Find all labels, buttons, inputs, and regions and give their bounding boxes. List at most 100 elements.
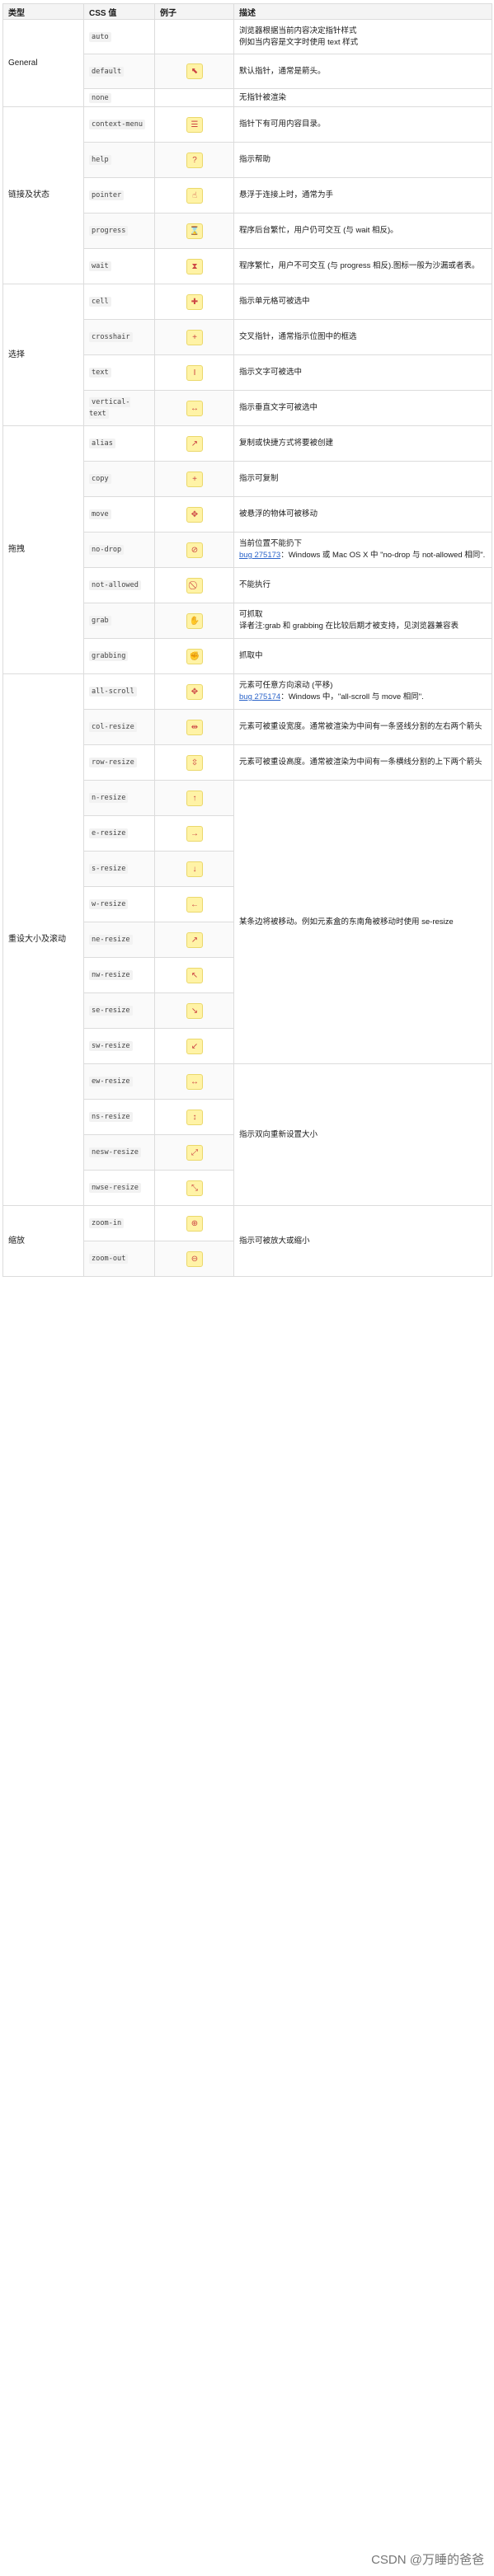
css-value-code: nw-resize [89, 970, 133, 980]
css-value-cell: grab [83, 603, 155, 639]
css-value-code: nesw-resize [89, 1147, 141, 1157]
example-cell: ⊕ [154, 1205, 234, 1241]
description-cell: 指示垂直文字可被选中 [233, 390, 492, 426]
bug-link[interactable]: bug 275174 [239, 692, 280, 701]
css-value-code: default [89, 66, 125, 77]
css-value-cell: nwse-resize [83, 1170, 155, 1206]
row-resize-cursor-icon[interactable]: ⇳ [186, 754, 203, 771]
example-cell: ✚ [154, 284, 234, 320]
example-cell: ✥ [154, 496, 234, 533]
description-cell: 指示可复制 [233, 461, 492, 497]
example-cell: ⤢ [154, 1134, 234, 1171]
description-cell: 指示双向重新设置大小 [233, 1063, 492, 1206]
arrow-cursor-icon[interactable]: ⬉ [186, 63, 203, 79]
description-text: 程序繁忙，用户不可交互 (与 progress 相反).图标一般为沙漏或者表。 [239, 261, 480, 270]
description-text: 指示可复制 [239, 474, 279, 483]
ne-resize-cursor-icon[interactable]: ↗ [186, 931, 203, 948]
help-cursor-icon[interactable]: ? [186, 152, 203, 168]
description-text: 被悬浮的物体可被移动 [239, 509, 318, 518]
se-resize-cursor-icon[interactable]: ↘ [186, 1002, 203, 1019]
css-value-code: text [89, 368, 111, 378]
ew-resize-cursor-icon[interactable]: ↔ [186, 1073, 203, 1090]
description-cell: 元素可被重设高度。通常被渲染为中间有一条横线分割的上下两个箭头 [233, 744, 492, 781]
zoom-out-cursor-icon[interactable]: ⊖ [186, 1250, 203, 1267]
example-cell: ☰ [154, 106, 234, 143]
sw-resize-cursor-icon[interactable]: ↙ [186, 1038, 203, 1054]
css-value-code: ns-resize [89, 1112, 133, 1122]
css-value-cell: se-resize [83, 992, 155, 1029]
example-cell: ⇳ [154, 744, 234, 781]
description-cell: 元素可任意方向滚动 (平移) bug 275174：Windows 中，"all-… [233, 673, 492, 710]
example-cell: I [154, 354, 234, 391]
example-cell: ⊖ [154, 1241, 234, 1277]
hand-pointer-cursor-icon[interactable]: ☝ [186, 187, 203, 204]
nwse-resize-cursor-icon[interactable]: ⤡ [186, 1180, 203, 1196]
progress-cursor-icon[interactable]: ⌛ [186, 223, 203, 239]
nw-resize-cursor-icon[interactable]: ↖ [186, 967, 203, 983]
description-text: 元素可任意方向滚动 (平移) [239, 681, 333, 690]
move-cursor-icon[interactable]: ✥ [186, 506, 203, 523]
example-cell: ✊ [154, 638, 234, 674]
header-css-value: CSS 值 [83, 3, 155, 20]
css-value-code: move [89, 509, 111, 519]
bug-link[interactable]: bug 275173 [239, 551, 280, 560]
example-cell: ⤡ [154, 1170, 234, 1206]
css-value-cell: vertical-text [83, 390, 155, 426]
description-text: 指示帮助 [239, 155, 271, 164]
ns-resize-cursor-icon[interactable]: ↕ [186, 1109, 203, 1125]
grabbing-cursor-icon[interactable]: ✊ [186, 648, 203, 664]
css-value-code: zoom-in [89, 1218, 125, 1228]
css-value-code: pointer [89, 190, 125, 200]
css-value-code: none [89, 92, 111, 103]
css-value-code: copy [89, 474, 111, 484]
s-resize-cursor-icon[interactable]: ↓ [186, 861, 203, 877]
example-cell: ✥ [154, 673, 234, 710]
css-value-code: not-allowed [89, 580, 141, 590]
description-note: ：Windows 中，"all-scroll 与 move 相同". [280, 692, 424, 701]
css-value-cell: pointer [83, 177, 155, 213]
css-value-code: ne-resize [89, 935, 133, 945]
col-resize-cursor-icon[interactable]: ⇹ [186, 719, 203, 735]
css-value-code: wait [89, 261, 111, 271]
description-note: ：Windows 或 Mac OS X 中 "no-drop 与 not-all… [280, 551, 486, 560]
nesw-resize-cursor-icon[interactable]: ⤢ [186, 1144, 203, 1161]
css-value-cell: no-drop [83, 532, 155, 568]
description-cell: 交叉指针，通常指示位图中的框选 [233, 319, 492, 355]
context-menu-cursor-icon[interactable]: ☰ [186, 116, 203, 133]
n-resize-cursor-icon[interactable]: ↑ [186, 790, 203, 806]
css-value-code: col-resize [89, 722, 137, 732]
category-cell: 链接及状态 [2, 106, 84, 284]
description-cell: 浏览器根据当前内容决定指针样式 例如当内容是文字时使用 text 样式 [233, 19, 492, 54]
all-scroll-cursor-icon[interactable]: ✥ [186, 683, 203, 700]
w-resize-cursor-icon[interactable]: ← [186, 896, 203, 913]
css-value-code: ew-resize [89, 1077, 133, 1086]
category-cell: General [2, 19, 84, 107]
example-cell: ⌛ [154, 213, 234, 249]
example-cell: ? [154, 142, 234, 178]
alias-cursor-icon[interactable]: ↗ [186, 435, 203, 452]
description-cell: 默认指针，通常是箭头。 [233, 54, 492, 89]
vertical-text-cursor-icon[interactable]: ↔ [186, 400, 203, 416]
not-allowed-cursor-icon[interactable]: ⃠ [186, 577, 203, 594]
description-text: 悬浮于连接上时，通常为手 [239, 190, 334, 199]
crosshair-cursor-icon[interactable]: + [186, 329, 203, 345]
e-resize-cursor-icon[interactable]: → [186, 825, 203, 842]
example-cell: + [154, 461, 234, 497]
example-cell [154, 88, 234, 107]
grab-cursor-icon[interactable]: ✋ [186, 612, 203, 629]
text-cursor-icon[interactable]: I [186, 364, 203, 381]
description-cell: 元素可被重设宽度。通常被渲染为中间有一条竖线分割的左右两个箭头 [233, 709, 492, 745]
watermark: CSDN @万睡的爸爸 [371, 2553, 484, 2567]
description-cell: 悬浮于连接上时，通常为手 [233, 177, 492, 213]
copy-cursor-icon[interactable]: + [186, 471, 203, 487]
cell-cursor-icon[interactable]: ✚ [186, 293, 203, 310]
example-cell: ✋ [154, 603, 234, 639]
wait-cursor-icon[interactable]: ⧗ [186, 258, 203, 274]
header-example: 例子 [154, 3, 234, 20]
zoom-in-cursor-icon[interactable]: ⊕ [186, 1215, 203, 1232]
example-cell: ↗ [154, 922, 234, 958]
description-cell: 无指针被渲染 [233, 88, 492, 107]
css-value-cell: progress [83, 213, 155, 249]
no-drop-cursor-icon[interactable]: ⊘ [186, 542, 203, 558]
css-value-code: grab [89, 616, 111, 626]
